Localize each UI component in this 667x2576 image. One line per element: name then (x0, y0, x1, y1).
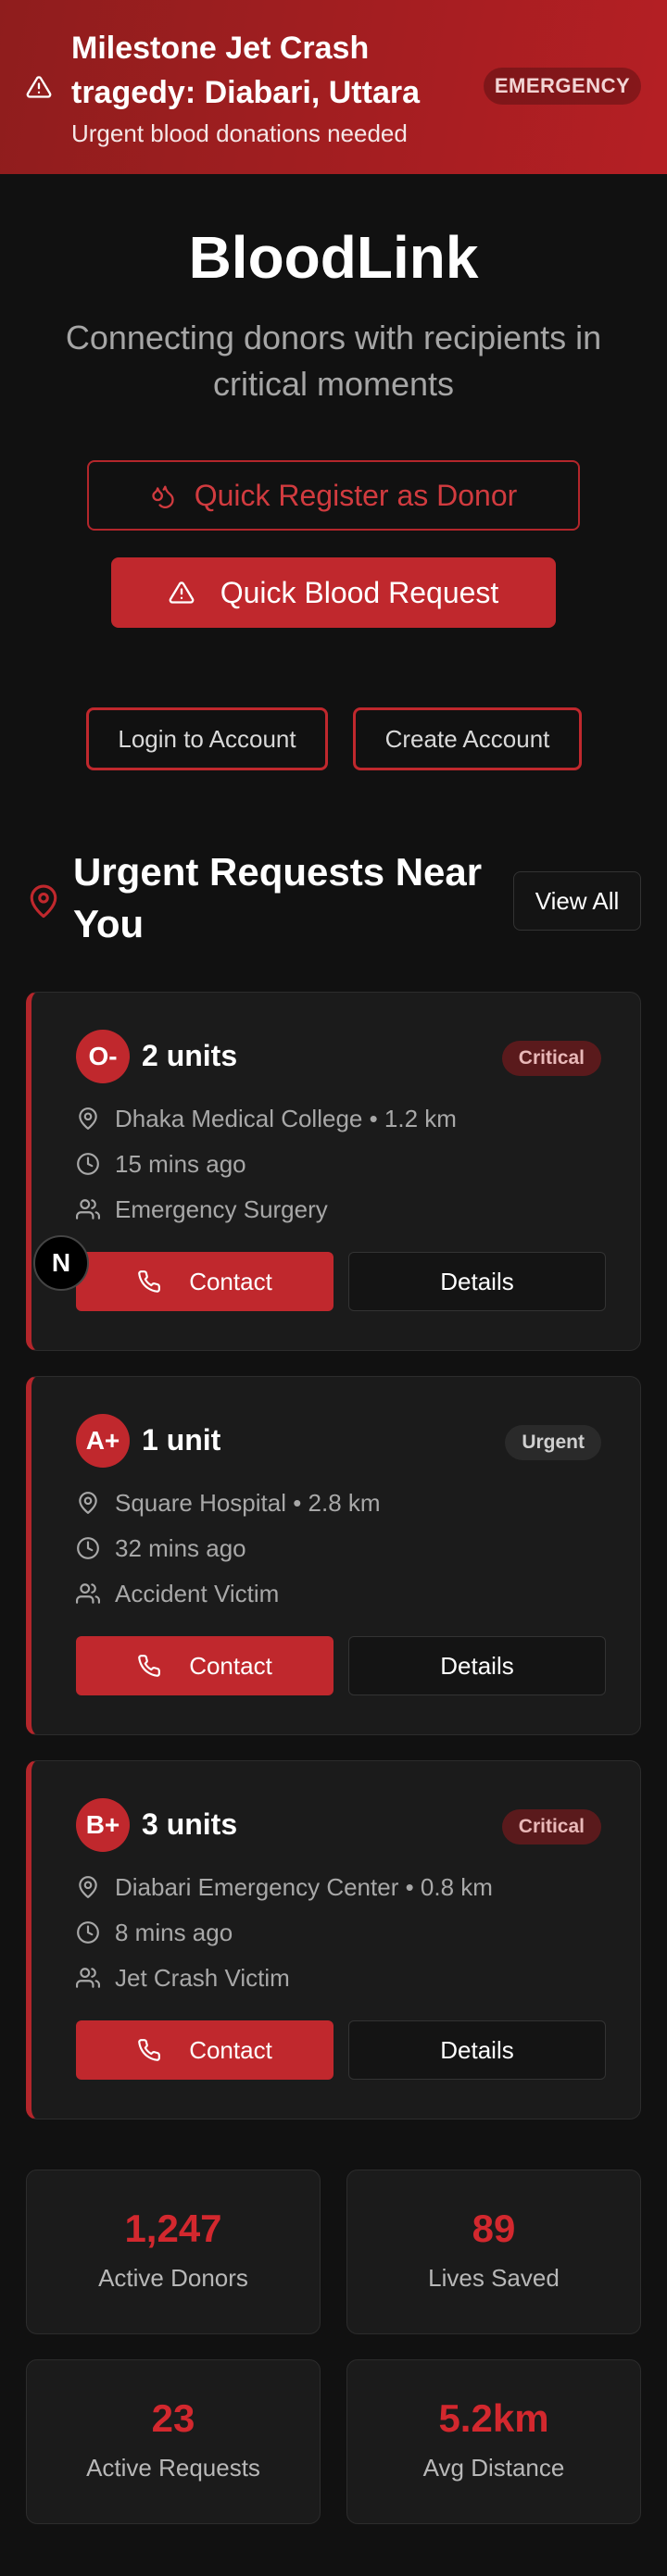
banner-text: Milestone Jet Crash tragedy: Diabari, Ut… (71, 26, 488, 150)
reason-row: Accident Victim (76, 1577, 279, 1610)
priority-badge: Critical (501, 1041, 601, 1076)
reason-text: Emergency Surgery (115, 1194, 328, 1223)
contact-label: Contact (189, 1267, 272, 1295)
blood-type-badge: A+ (76, 1414, 130, 1468)
quick-blood-request-button[interactable]: Quick Blood Request (111, 557, 556, 628)
banner-title: Milestone Jet Crash tragedy: Diabari, Ut… (71, 31, 420, 110)
map-pin-icon (79, 1492, 97, 1514)
contact-button[interactable]: Contact (76, 1252, 334, 1311)
location-text: Square Hospital • 2.8 km (115, 1488, 381, 1517)
units-needed: 3 units (142, 1807, 238, 1841)
phone-icon (138, 2039, 161, 2061)
view-all-button[interactable]: View All (513, 871, 641, 931)
stat-card-active-donors: 1,247 Active Donors (26, 2170, 321, 2334)
contact-button[interactable]: Contact (76, 1636, 334, 1695)
quick-register-donor-button[interactable]: Quick Register as Donor (87, 460, 580, 531)
stat-label: Avg Distance (422, 2454, 565, 2482)
droplet-icon (152, 485, 174, 508)
contact-label: Contact (189, 2035, 272, 2064)
users-icon (76, 1583, 100, 1604)
time-text: 32 mins ago (115, 1533, 246, 1562)
time-row: 8 mins ago (76, 1916, 233, 1949)
location-row: Diabari Emergency Center • 0.8 km (76, 1870, 493, 1904)
banner-subtitle: Urgent blood donations needed (71, 119, 408, 147)
request-card: B+ 3 units Critical Diabari Emergency Ce… (26, 1760, 641, 2120)
stat-label: Active Donors (98, 2264, 248, 2292)
app-tagline: Connecting donors with recipients in cri… (65, 319, 602, 403)
location-text: Diabari Emergency Center • 0.8 km (115, 1872, 493, 1901)
stat-card-active-requests: 23 Active Requests (26, 2359, 321, 2524)
time-text: 8 mins ago (115, 1918, 233, 1946)
map-pin-icon (79, 1107, 97, 1130)
create-account-button[interactable]: Create Account (353, 707, 582, 770)
stat-value: 89 (472, 2207, 516, 2250)
priority-badge: Critical (501, 1809, 601, 1844)
reason-text: Jet Crash Victim (115, 1963, 290, 1992)
emergency-banner: Milestone Jet Crash tragedy: Diabari, Ut… (0, 0, 667, 174)
clock-icon (77, 1921, 99, 1944)
emergency-badge: EMERGENCY (484, 68, 641, 105)
time-row: 15 mins ago (76, 1147, 246, 1181)
request-card: A+ 1 unit Urgent Square Hospital • 2.8 k… (26, 1376, 641, 1735)
units-needed: 1 unit (142, 1423, 221, 1457)
request-card: O- 2 units Critical Dhaka Medical Colleg… (26, 992, 641, 1351)
floating-badge[interactable]: N (33, 1235, 89, 1291)
phone-icon (138, 1655, 161, 1677)
stat-value: 5.2km (438, 2396, 549, 2440)
map-pin-icon (30, 884, 57, 919)
clock-icon (77, 1537, 99, 1559)
warning-triangle-icon (169, 581, 195, 604)
reason-row: Jet Crash Victim (76, 1961, 290, 1995)
stat-label: Lives Saved (428, 2264, 560, 2292)
time-text: 15 mins ago (115, 1149, 246, 1178)
details-button[interactable]: Details (348, 1636, 606, 1695)
quick-request-label: Quick Blood Request (220, 575, 499, 609)
stat-label: Active Requests (86, 2454, 260, 2482)
phone-icon (138, 1270, 161, 1293)
login-button[interactable]: Login to Account (86, 707, 328, 770)
users-icon (76, 1199, 100, 1219)
blood-type-badge: B+ (76, 1798, 130, 1852)
contact-button[interactable]: Contact (76, 2020, 334, 2080)
priority-badge: Urgent (505, 1425, 601, 1460)
location-row: Dhaka Medical College • 1.2 km (76, 1102, 457, 1135)
stat-card-avg-distance: 5.2km Avg Distance (346, 2359, 641, 2524)
stat-value: 23 (151, 2396, 195, 2440)
warning-triangle-icon (26, 76, 52, 98)
reason-text: Accident Victim (115, 1579, 280, 1607)
reason-row: Emergency Surgery (76, 1193, 328, 1226)
time-row: 32 mins ago (76, 1532, 246, 1565)
users-icon (76, 1968, 100, 1988)
quick-register-label: Quick Register as Donor (194, 478, 518, 512)
details-button[interactable]: Details (348, 1252, 606, 1311)
blood-type-badge: O- (76, 1030, 130, 1083)
section-title: Urgent Requests Near You (73, 850, 483, 945)
details-button[interactable]: Details (348, 2020, 606, 2080)
units-needed: 2 units (142, 1039, 238, 1072)
app-title: BloodLink (188, 224, 479, 291)
location-row: Square Hospital • 2.8 km (76, 1486, 381, 1519)
map-pin-icon (79, 1876, 97, 1898)
stat-value: 1,247 (124, 2207, 222, 2250)
clock-icon (77, 1153, 99, 1175)
contact-label: Contact (189, 1651, 272, 1680)
location-text: Dhaka Medical College • 1.2 km (115, 1104, 457, 1132)
stat-card-lives-saved: 89 Lives Saved (346, 2170, 641, 2334)
